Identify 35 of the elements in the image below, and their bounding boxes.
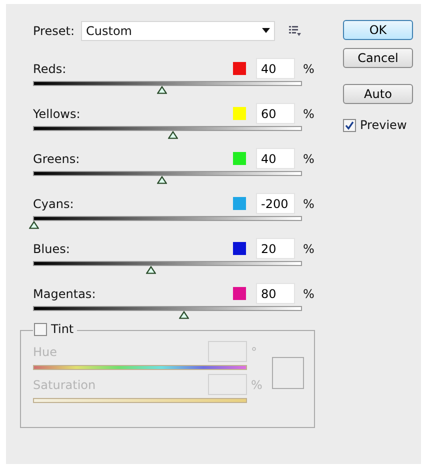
preview-checkbox[interactable] [343, 118, 356, 132]
percent-label: % [303, 196, 315, 210]
percent-label: % [303, 286, 315, 300]
saturation-label: Saturation [33, 378, 97, 392]
percent-label: % [303, 62, 315, 76]
tint-color-swatch[interactable] [272, 357, 304, 389]
percent-label: % [303, 152, 315, 166]
caret-icon [262, 28, 270, 33]
channel-label: Cyans: [33, 196, 75, 210]
value-field[interactable]: 60 [256, 103, 295, 124]
preset-dropdown[interactable]: Custom [81, 20, 275, 40]
channel-label: Greens: [33, 152, 81, 166]
hue-label: Hue [33, 344, 58, 358]
channel-label: Blues: [33, 242, 71, 256]
slider-thumb[interactable] [29, 221, 39, 229]
channel-label: Magentas: [33, 286, 97, 300]
value-field[interactable]: 20 [256, 238, 295, 259]
tint-label: Tint [51, 322, 74, 336]
tint-checkbox[interactable] [34, 322, 47, 336]
value-field[interactable]: 40 [256, 148, 295, 169]
list-menu-icon[interactable] [289, 26, 301, 36]
unit-label: % [251, 378, 261, 392]
value-field[interactable]: -200 [256, 193, 295, 214]
channel-label: Yellows: [33, 106, 82, 120]
percent-label: % [303, 242, 315, 256]
preview-label: Preview [360, 118, 407, 132]
dialog-button[interactable]: OK [343, 20, 413, 40]
value-field[interactable]: 80 [256, 283, 295, 304]
dialog-button[interactable]: Auto [343, 84, 413, 104]
unit-label: ° [251, 344, 258, 358]
percent-label: % [303, 106, 315, 120]
channel-label: Reds: [33, 62, 68, 76]
dialog-button[interactable]: Cancel [343, 48, 413, 68]
preset-label: Preset: [33, 24, 76, 38]
value-field[interactable]: 40 [256, 58, 295, 79]
